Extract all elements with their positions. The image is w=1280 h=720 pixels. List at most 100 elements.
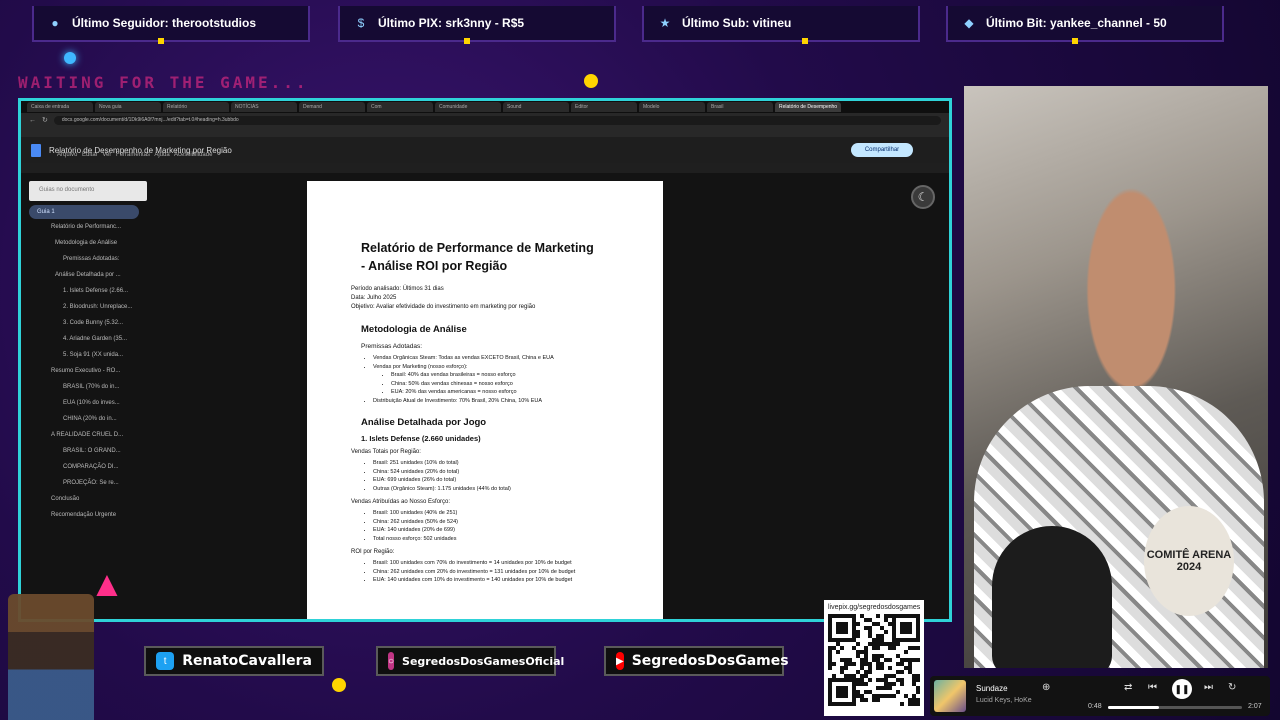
outline-item[interactable]: 5. Soja 91 (XX unida... bbox=[29, 347, 149, 363]
add-icon[interactable]: ⊕ bbox=[1042, 682, 1050, 693]
previous-icon[interactable]: ⏮ bbox=[1148, 682, 1157, 693]
outline-item[interactable]: Relatório de Performanc... bbox=[29, 219, 149, 235]
browser-tab[interactable]: Caixa de entrada bbox=[27, 102, 93, 112]
yellow-dot bbox=[332, 678, 346, 692]
doc-heading-line2: - Análise ROI por Região bbox=[361, 259, 508, 273]
document-page: Relatório de Performance de Marketing - … bbox=[307, 181, 663, 619]
browser-tab[interactable]: Editor bbox=[571, 102, 637, 112]
progress-bar[interactable] bbox=[1108, 706, 1242, 709]
browser-tab[interactable]: Modelo bbox=[639, 102, 705, 112]
roi-list: Brasil: 100 unidades com 70% do investim… bbox=[373, 559, 623, 585]
browser-tab[interactable]: Brasil bbox=[707, 102, 773, 112]
doc-heading-line1: Relatório de Performance de Marketing bbox=[361, 241, 594, 255]
browser-tab[interactable]: NOTÍCIAS bbox=[231, 102, 297, 112]
last-pix-alert: $ Último PIX: srk3nny - R$5 bbox=[338, 6, 616, 44]
attributed-item: Total nosso esforço: 502 unidades bbox=[373, 535, 623, 544]
outline-item[interactable]: Análise Detalhada por ... bbox=[29, 267, 149, 283]
next-icon[interactable]: ⏭ bbox=[1204, 682, 1213, 693]
reload-icon[interactable]: ↻ bbox=[42, 116, 48, 124]
premise-item: Distribuição Atual de Investimento: 70% … bbox=[373, 397, 623, 406]
bookmarks-bar bbox=[21, 127, 949, 137]
outline-item[interactable]: Metodologia de Análise bbox=[29, 235, 149, 251]
waiting-text: WAITING FOR THE GAME... bbox=[18, 73, 309, 92]
browser-tab[interactable]: Sound bbox=[503, 102, 569, 112]
browser-tab-strip: Caixa de entrada Nova guia Relatório NOT… bbox=[21, 101, 949, 113]
docs-menu[interactable]: Arquivo Editar Ver Ferramentas Ajuda Ace… bbox=[57, 152, 212, 158]
last-bit-text: Último Bit: yankee_channel - 50 bbox=[986, 16, 1167, 30]
progress-fill bbox=[1108, 706, 1159, 709]
song-title: Sundaze bbox=[976, 684, 1008, 693]
dollar-icon: $ bbox=[357, 16, 365, 30]
pause-button[interactable]: ❚❚ bbox=[1172, 679, 1192, 699]
outline-item[interactable]: Recomendação Urgente bbox=[29, 507, 149, 523]
outline-tab[interactable]: Guia 1 bbox=[29, 205, 139, 219]
outline-item[interactable]: 4. Ariadne Garden (35... bbox=[29, 331, 149, 347]
pixel-avatar bbox=[8, 594, 94, 720]
outline-item[interactable]: BRASIL: O GRAND... bbox=[29, 443, 149, 459]
outline-item[interactable]: 3. Code Bunny (5.32... bbox=[29, 315, 149, 331]
attributed-item: Brasil: 100 unidades (40% de 251) bbox=[373, 509, 623, 518]
browser-tab[interactable]: Demand bbox=[299, 102, 365, 112]
social-instagram: ○ SegredosDosGamesOficial bbox=[376, 646, 564, 676]
outline-item[interactable]: PROJEÇÃO: Se re... bbox=[29, 475, 149, 491]
social-twitter: t RenatoCavallera bbox=[144, 646, 324, 676]
outline-item[interactable]: CHINA (20% do in... bbox=[29, 411, 149, 427]
diamond-icon: ◆ bbox=[964, 16, 974, 30]
roi-label: ROI por Região: bbox=[351, 549, 395, 555]
outline-item[interactable]: 1. Islets Defense (2.66... bbox=[29, 283, 149, 299]
qr-label: livepix.gg/segredosdosgames bbox=[828, 604, 921, 611]
outline-search[interactable]: Guias no documento bbox=[29, 181, 147, 201]
time-elapsed: 0:48 bbox=[1088, 703, 1102, 710]
outline-list: Relatório de Performanc... Metodologia de… bbox=[29, 219, 149, 523]
microphone bbox=[992, 526, 1112, 668]
document-outline: Guias no documento Guia 1 Relatório de P… bbox=[29, 181, 149, 611]
doc-objective: Objetivo: Avaliar efetividade do investi… bbox=[351, 304, 536, 310]
outline-item[interactable]: A REALIDADE CRUEL D... bbox=[29, 427, 149, 443]
outline-item[interactable]: BRASIL (70% do in... bbox=[29, 379, 149, 395]
last-follower-text: Último Seguidor: therootstudios bbox=[72, 16, 256, 30]
address-bar[interactable]: docs.google.com/document/d/1Dk9i6A0f7mnj… bbox=[53, 115, 941, 125]
browser-tab[interactable]: Com bbox=[367, 102, 433, 112]
youtube-handle: SegredosDosGames bbox=[631, 653, 789, 669]
outline-item[interactable]: COMPARAÇÃO DI... bbox=[29, 459, 149, 475]
document-area: Guias no documento Guia 1 Relatório de P… bbox=[21, 173, 949, 619]
outline-item[interactable]: Conclusão bbox=[29, 491, 149, 507]
twitter-icon: t bbox=[156, 652, 175, 670]
sales-region-list: Brasil: 251 unidades (10% do total)China… bbox=[373, 459, 623, 493]
music-player: Sundaze Lucid Keys, HoKe ⊕ ⇄ ⏮ ❚❚ ⏭ ↻ 0:… bbox=[930, 676, 1270, 716]
sales-item: Brasil: 251 unidades (10% do total) bbox=[373, 459, 623, 468]
outline-item[interactable]: 2. Bloodrush: Unreplace... bbox=[29, 299, 149, 315]
album-cover bbox=[934, 680, 966, 712]
shuffle-icon[interactable]: ⇄ bbox=[1124, 682, 1132, 693]
doc-heading: Relatório de Performance de Marketing - … bbox=[361, 239, 623, 275]
dark-mode-toggle-icon[interactable]: ☾ bbox=[911, 185, 935, 209]
outline-item[interactable]: EUA (10% do inves... bbox=[29, 395, 149, 411]
attributed-list: Brasil: 100 unidades (40% de 251)China: … bbox=[373, 509, 623, 543]
premise-item: Brasil: 40% das vendas brasileiras = nos… bbox=[391, 371, 623, 380]
twitter-handle: RenatoCavallera bbox=[182, 653, 312, 669]
roi-item: Brasil: 100 unidades com 70% do investim… bbox=[373, 559, 623, 568]
section-method: Metodologia de Análise bbox=[361, 324, 467, 335]
share-button[interactable]: Compartilhar bbox=[851, 143, 913, 157]
sales-item: EUA: 699 unidades (26% do total) bbox=[373, 476, 623, 485]
outline-item[interactable]: Resumo Executivo - RO... bbox=[29, 363, 149, 379]
doc-period: Período analisado: Últimos 31 dias bbox=[351, 286, 444, 292]
section-premises: Premissas Adotadas: bbox=[361, 343, 423, 350]
repeat-icon[interactable]: ↻ bbox=[1228, 682, 1236, 693]
alert-bar: ● Último Seguidor: therootstudios $ Últi… bbox=[0, 0, 1280, 48]
browser-tab[interactable]: Comunidade bbox=[435, 102, 501, 112]
browser-tab[interactable]: Relatório bbox=[163, 102, 229, 112]
browser-tab[interactable]: Nova guia bbox=[95, 102, 161, 112]
section-detail: Análise Detalhada por Jogo bbox=[361, 417, 487, 428]
deco-dot bbox=[464, 38, 470, 44]
docs-icon[interactable] bbox=[31, 143, 41, 157]
outline-item[interactable]: Premissas Adotadas: bbox=[29, 251, 149, 267]
browser-tab-active[interactable]: Relatório de Desempenho bbox=[775, 102, 841, 112]
social-youtube: ▶ SegredosDosGames bbox=[604, 646, 789, 676]
back-icon[interactable]: ← bbox=[29, 117, 36, 124]
attributed-item: EUA: 140 unidades (20% de 699) bbox=[373, 526, 623, 535]
sales-item: China: 524 unidades (20% do total) bbox=[373, 468, 623, 477]
premise-item: EUA: 20% das vendas americanas = nosso e… bbox=[391, 388, 623, 397]
roi-item: China: 262 unidades com 20% do investime… bbox=[373, 568, 623, 577]
livepix-qr: livepix.gg/segredosdosgames bbox=[824, 600, 924, 716]
